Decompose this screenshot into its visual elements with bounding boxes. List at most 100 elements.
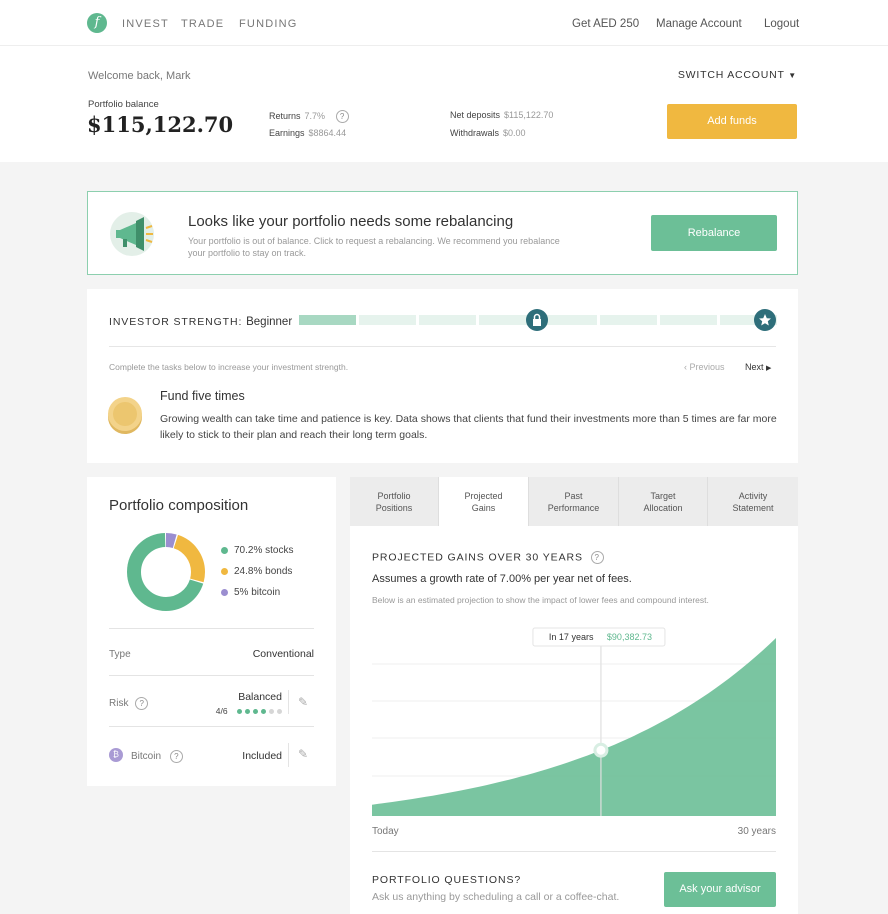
help-icon[interactable]: ? — [169, 750, 183, 763]
strength-label: INVESTOR STRENGTH: — [109, 316, 243, 328]
edit-bitcoin-pencil-icon[interactable]: ✎ — [298, 747, 308, 761]
tab-projected-gains[interactable]: Projected Gains — [439, 477, 529, 527]
get-aed-link[interactable]: Get AED 250 — [572, 18, 639, 30]
risk-value: Balanced — [238, 691, 282, 703]
top-nav: f INVEST TRADE FUNDING Get AED 250 Manag… — [0, 0, 888, 46]
divider — [109, 628, 314, 629]
rebalance-button[interactable]: Rebalance — [651, 215, 777, 251]
switch-account-label: SWITCH ACCOUNT — [677, 69, 785, 81]
earnings-label: Earnings — [269, 128, 305, 138]
risk-dot — [269, 709, 274, 715]
tab-label-1: Projected — [464, 491, 503, 501]
next-label: Next — [745, 362, 764, 372]
tab-label-1: Target — [650, 490, 676, 501]
investor-strength-label: INVESTOR STRENGTH: Beginner — [109, 316, 292, 328]
portfolio-composition-card: Portfolio composition 70.2% stocks 24.8%… — [87, 477, 336, 786]
earnings-value: $8864.44 — [308, 128, 347, 138]
help-icon[interactable]: ? — [135, 697, 149, 710]
welcome-text: Welcome back, Mark — [88, 70, 191, 82]
divider — [109, 346, 776, 347]
logo-icon[interactable]: f — [87, 13, 107, 33]
logout-link[interactable]: Logout — [764, 18, 799, 30]
ask-advisor-button[interactable]: Ask your advisor — [664, 872, 776, 907]
tab-label-2: Gains — [471, 503, 496, 513]
tab-activity-statement[interactable]: Activity Statement — [708, 477, 798, 526]
stocks-dot — [221, 546, 228, 554]
strength-segment — [419, 315, 477, 325]
previous-label: Previous — [689, 362, 725, 372]
projection-area — [372, 638, 776, 816]
returns-label: Returns — [269, 110, 301, 121]
manage-account-link[interactable]: Manage Account — [656, 18, 742, 30]
risk-score: 4/6 — [215, 706, 228, 716]
strength-hint: Complete the tasks below to increase you… — [109, 362, 349, 372]
tab-label-2: Allocation — [643, 502, 683, 513]
legend-bitcoin-label: 5% bitcoin — [234, 587, 281, 598]
risk-label: Risk — [109, 698, 129, 710]
lock-icon — [526, 309, 548, 331]
projection-cursor-dot — [593, 742, 609, 758]
legend-stocks-label: 70.2% stocks — [234, 545, 294, 556]
tab-portfolio-positions[interactable]: Portfolio Positions — [350, 477, 439, 526]
legend-bonds-label: 24.8% bonds — [234, 566, 293, 577]
rebalance-description: Your portfolio is out of balance. Click … — [188, 236, 560, 258]
portfolio-tabs: Portfolio Positions Projected Gains Past Pe… — [350, 477, 798, 527]
nav-funding[interactable]: FUNDING — [239, 18, 298, 30]
edit-risk-pencil-icon[interactable]: ✎ — [298, 695, 308, 709]
tooltip-label: In 17 years — [549, 632, 594, 642]
account-header: Welcome back, Mark SWITCH ACCOUNT ▼ Port… — [0, 46, 888, 162]
divider — [288, 690, 289, 714]
composition-donut-chart — [127, 533, 205, 611]
x-axis-end-label: 30 years — [737, 826, 776, 837]
chevron-right-icon: ▶ — [766, 365, 772, 372]
tab-label-1: Past — [564, 490, 583, 501]
divider — [109, 675, 314, 676]
add-funds-button[interactable]: Add funds — [667, 104, 797, 139]
tab-label-1: Portfolio — [377, 490, 411, 501]
tab-label-2: Performance — [547, 502, 600, 513]
help-icon[interactable]: ? — [335, 110, 349, 123]
tab-target-allocation[interactable]: Target Allocation — [619, 477, 708, 526]
portfolio-balance-label: Portfolio balance — [88, 99, 159, 110]
composition-title: Portfolio composition — [109, 497, 249, 514]
chevron-left-icon: ‹ — [684, 362, 687, 372]
divider — [109, 726, 314, 727]
next-button[interactable]: Next ▶ — [745, 362, 771, 372]
tab-label-1: Activity — [738, 490, 768, 501]
withdrawals-stat: Withdrawals $0.00 — [450, 128, 526, 138]
questions-description: Ask us anything by scheduling a call or … — [372, 891, 620, 903]
help-icon[interactable]: ? — [590, 551, 604, 564]
coin-icon — [107, 395, 142, 434]
earnings-stat: Earnings $8864.44 — [269, 128, 346, 138]
risk-dot — [237, 709, 242, 715]
star-icon — [754, 309, 776, 331]
bonds-dot — [221, 567, 228, 575]
tab-label-2: Statement — [732, 502, 774, 513]
risk-dot — [277, 709, 282, 715]
risk-dot — [253, 709, 258, 715]
projection-title: PROJECTED GAINS OVER 30 YEARS — [372, 551, 583, 564]
bitcoin-dot — [221, 588, 228, 596]
switch-account-dropdown[interactable]: SWITCH ACCOUNT ▼ — [678, 69, 797, 81]
type-value: Conventional — [252, 648, 314, 660]
projection-tooltip: In 17 years $90,382.73 — [532, 627, 666, 647]
nav-trade[interactable]: TRADE — [181, 18, 224, 30]
risk-label-group: Risk ? — [109, 697, 149, 710]
projection-title-group: PROJECTED GAINS OVER 30 YEARS ? — [372, 551, 604, 564]
previous-button[interactable]: ‹ Previous — [684, 362, 725, 372]
tooltip-value: $90,382.73 — [607, 632, 652, 642]
risk-dot — [261, 709, 266, 715]
strength-level: Beginner — [246, 316, 293, 328]
legend-bitcoin: 5% bitcoin — [221, 587, 280, 598]
projection-subtitle: Assumes a growth rate of 7.00% per year … — [372, 573, 632, 585]
projection-area-chart[interactable]: In 17 years $90,382.73 — [372, 626, 776, 816]
strength-segment — [299, 315, 357, 325]
tab-label-2: Positions — [375, 502, 413, 513]
task-title: Fund five times — [160, 389, 245, 403]
nav-invest[interactable]: INVEST — [122, 18, 169, 30]
x-axis-start-label: Today — [372, 826, 399, 837]
strength-segment — [659, 315, 717, 325]
tab-past-performance[interactable]: Past Performance — [529, 477, 619, 526]
risk-meter: 4/6 — [216, 706, 282, 716]
rebalance-title: Looks like your portfolio needs some reb… — [188, 213, 514, 230]
